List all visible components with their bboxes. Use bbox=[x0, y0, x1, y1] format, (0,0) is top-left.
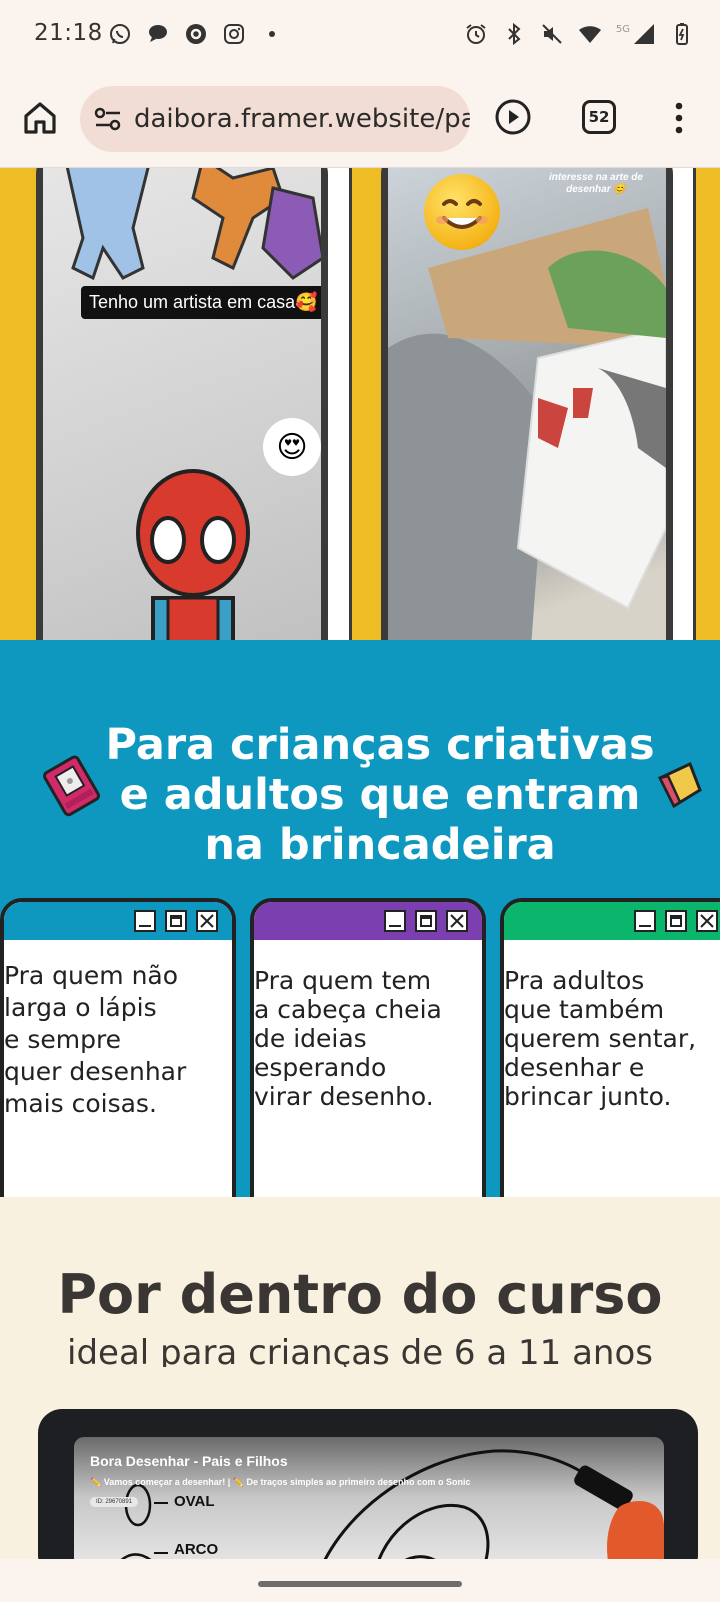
card-text: Pra quem tem a cabeça cheia de ideias es… bbox=[254, 940, 482, 1111]
card-text-line: larga o lápis bbox=[4, 993, 157, 1022]
card-text-line: querem sentar, bbox=[504, 1024, 697, 1053]
url-text[interactable]: daibora.framer.website/pai bbox=[134, 104, 470, 134]
home-gesture-handle[interactable] bbox=[258, 1581, 462, 1587]
card-text: Pra adultos que também querem sentar, de… bbox=[504, 940, 720, 1111]
card-text-line: que também bbox=[504, 995, 665, 1024]
minimize-icon bbox=[134, 910, 156, 932]
audience-card-ideas: Pra quem tem a cabeça cheia de ideias es… bbox=[250, 898, 486, 1197]
minimize-icon bbox=[384, 910, 406, 932]
status-bar: 21:18 5G bbox=[0, 0, 720, 72]
alarm-icon bbox=[466, 24, 486, 44]
close-icon bbox=[196, 910, 218, 932]
browser-toolbar: daibora.framer.website/pai 52 bbox=[0, 72, 720, 168]
whatsapp-icon bbox=[110, 24, 130, 44]
system-icons: 5G bbox=[464, 22, 694, 46]
testimonial-image: Tenho um artista em casa🥰 😍 bbox=[43, 168, 321, 640]
battery-icon bbox=[676, 23, 688, 45]
wifi-icon bbox=[578, 26, 601, 43]
threads-icon bbox=[186, 24, 206, 44]
play-icon[interactable] bbox=[494, 98, 532, 136]
card-text: Pra quem não larga o lápis e sempre quer… bbox=[4, 940, 232, 1120]
maximize-icon bbox=[165, 910, 187, 932]
smiling-face-sticker bbox=[424, 174, 500, 250]
maximize-icon bbox=[665, 910, 687, 932]
pencil-sharpener-icon bbox=[43, 755, 100, 817]
mute-icon bbox=[542, 24, 562, 44]
window-titlebar bbox=[4, 902, 232, 940]
headline-line: na brincadeira bbox=[204, 820, 556, 870]
testimonial-caption: E tem demonstrado muito interesse na art… bbox=[534, 168, 657, 195]
smile-face-icon bbox=[436, 199, 488, 229]
video-subtitle: ✏️ Vamos começar a desenhar! | ✏️ De tra… bbox=[90, 1477, 471, 1487]
card-text-line: esperando bbox=[254, 1053, 387, 1082]
site-settings-icon[interactable] bbox=[94, 106, 122, 132]
testimonial-caption: Tenho um artista em casa🥰 bbox=[81, 286, 321, 319]
home-icon[interactable] bbox=[22, 100, 58, 136]
status-time: 21:18 bbox=[34, 20, 103, 46]
heart-eyes-emoji: 😍 bbox=[276, 429, 308, 465]
card-text-line: Pra quem tem bbox=[254, 966, 432, 995]
card-text-line: a cabeça cheia bbox=[254, 995, 442, 1024]
card-text-line: Pra adultos bbox=[504, 966, 645, 995]
course-section: Por dentro do curso ideal para crianças … bbox=[0, 1197, 720, 1559]
video-player[interactable]: Bora Desenhar - Pais e Filhos ✏️ Vamos c… bbox=[38, 1409, 698, 1559]
instagram-icon bbox=[224, 24, 244, 44]
network-type: 5G bbox=[615, 23, 630, 35]
maximize-icon bbox=[415, 910, 437, 932]
audience-card-adults: Pra adultos que também querem sentar, de… bbox=[500, 898, 720, 1197]
card-text-line: desenhar e bbox=[504, 1053, 645, 1082]
signal-icon bbox=[634, 24, 654, 44]
video-id-badge: ID: 29670891 bbox=[90, 1497, 139, 1507]
card-text-line: mais coisas. bbox=[4, 1089, 157, 1118]
card-text-line: de ideias bbox=[254, 1024, 367, 1053]
arco-label: ARCO bbox=[174, 1541, 219, 1558]
testimonial-gallery: Tenho um artista em casa🥰 😍 interesse na… bbox=[0, 168, 720, 640]
card-text-line: brincar junto. bbox=[504, 1082, 672, 1111]
close-icon bbox=[696, 910, 718, 932]
headline-line: Para crianças criativas bbox=[105, 720, 655, 770]
reaction-badge: 😍 bbox=[263, 418, 321, 476]
card-text-line: Pra quem não bbox=[4, 961, 179, 990]
card-text-line: e sempre bbox=[4, 1025, 122, 1054]
video-title: Bora Desenhar - Pais e Filhos bbox=[90, 1453, 288, 1469]
bluetooth-icon bbox=[508, 22, 521, 46]
testimonial-card[interactable]: Tenho um artista em casa🥰 😍 bbox=[36, 168, 328, 640]
address-bar[interactable]: daibora.framer.website/pai bbox=[80, 86, 470, 152]
eraser-icon bbox=[657, 761, 702, 809]
card-text-line: virar desenho. bbox=[254, 1082, 434, 1111]
audience-headline: Para crianças criativas e adultos que en… bbox=[100, 720, 660, 870]
audience-card-kids: Pra quem não larga o lápis e sempre quer… bbox=[0, 898, 236, 1197]
headline-line: e adultos que entram bbox=[119, 770, 641, 820]
overflow-menu-icon[interactable] bbox=[664, 100, 694, 136]
card-text-line: quer desenhar bbox=[4, 1057, 187, 1086]
testimonial-image: E tem demonstrado muito interesse na art… bbox=[388, 168, 666, 640]
window-titlebar bbox=[254, 902, 482, 940]
window-titlebar bbox=[504, 902, 720, 940]
course-title: Por dentro do curso bbox=[57, 1263, 663, 1326]
chat-bubble-icon bbox=[149, 25, 167, 42]
oval-label: OVAL bbox=[174, 1493, 215, 1510]
tab-switcher-button[interactable]: 52 bbox=[582, 100, 616, 134]
kids-drawings-image bbox=[65, 168, 321, 640]
dot-icon bbox=[269, 31, 275, 37]
video-thumbnail[interactable]: Bora Desenhar - Pais e Filhos ✏️ Vamos c… bbox=[74, 1437, 664, 1559]
close-icon bbox=[446, 910, 468, 932]
audience-section: Para crianças criativas e adultos que en… bbox=[0, 640, 720, 1197]
course-subtitle: ideal para crianças de 6 a 11 anos bbox=[67, 1333, 653, 1367]
testimonial-card[interactable]: E tem demonstrado muito interesse na art… bbox=[381, 168, 673, 640]
notification-icons bbox=[108, 22, 284, 46]
gesture-nav-bar bbox=[0, 1559, 720, 1602]
minimize-icon bbox=[634, 910, 656, 932]
